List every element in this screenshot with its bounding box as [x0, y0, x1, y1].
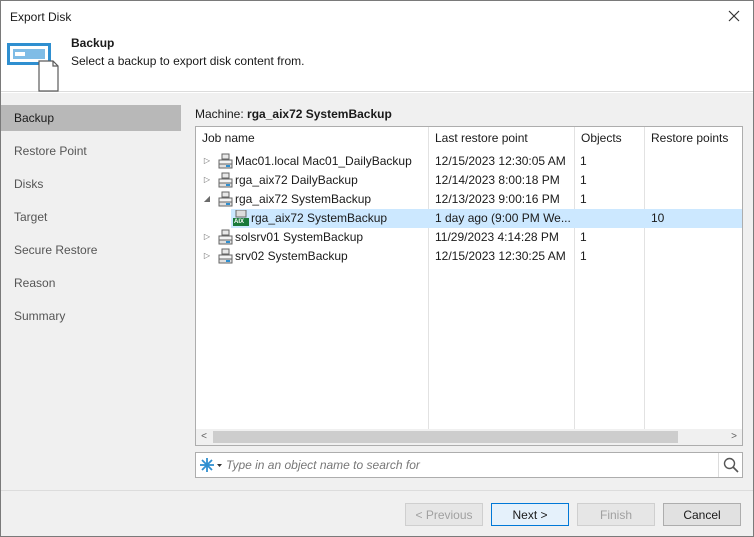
last-restore-point-cell: 11/29/2023 4:14:28 PM [435, 230, 559, 244]
table-row[interactable]: ▷ rga_aix72 DailyBackup 12/14/2023 8:00:18… [196, 171, 742, 190]
column-header-job-name[interactable]: Job name [196, 127, 428, 149]
job-name-cell: solsrv01 SystemBackup [235, 230, 364, 244]
job-name-cell: srv02 SystemBackup [235, 249, 348, 263]
objects-cell: 1 [580, 230, 587, 244]
tree-expander-icon[interactable]: ▷ [202, 175, 212, 185]
last-restore-point-cell: 12/13/2023 9:00:16 PM [435, 192, 560, 206]
column-header-objects[interactable]: Objects [574, 127, 644, 149]
machine-label-row: Machine: rga_aix72 SystemBackup [195, 107, 392, 121]
column-header-last-restore-point[interactable]: Last restore point [428, 127, 574, 149]
next-button[interactable]: Next > [491, 503, 569, 526]
restore-points-cell [651, 247, 739, 266]
objects-cell [580, 209, 640, 228]
finish-button[interactable]: Finish [577, 503, 655, 526]
column-header-restore-points[interactable]: Restore points [644, 127, 742, 149]
cancel-button[interactable]: Cancel [663, 503, 741, 526]
search-input[interactable] [226, 455, 712, 475]
wizard-header: Backup Select a backup to export disk co… [1, 32, 753, 92]
backup-job-icon [217, 153, 233, 169]
step-secure-restore[interactable]: Secure Restore [1, 237, 181, 263]
machine-label: Machine: [195, 107, 244, 121]
object-search-box [195, 452, 743, 478]
last-restore-point-cell: 12/15/2023 12:30:05 AM [435, 154, 566, 168]
restore-points-cell [651, 228, 739, 247]
tree-expander-icon[interactable]: ◢ [202, 194, 212, 204]
backup-job-icon [217, 172, 233, 188]
objects-cell: 1 [580, 192, 587, 206]
last-restore-point-cell: 1 day ago (9:00 PM We... [435, 211, 571, 225]
horizontal-scrollbar[interactable]: < > [196, 429, 742, 445]
tree-expander-icon[interactable]: ▷ [202, 156, 212, 166]
title-bar: Export Disk [1, 1, 753, 32]
step-restore-point[interactable]: Restore Point [1, 138, 181, 164]
step-disks[interactable]: Disks [1, 171, 181, 197]
search-icon[interactable] [718, 453, 742, 477]
export-disk-dialog: Export Disk Backup Select a backup to ex… [0, 0, 754, 537]
main-panel: Machine: rga_aix72 SystemBackup Job name… [181, 93, 753, 490]
backup-disk-icon [6, 36, 62, 92]
step-summary[interactable]: Summary [1, 303, 181, 329]
table-row[interactable]: AIX rga_aix72 SystemBackup 1 day ago (9:00… [196, 209, 742, 228]
window-title: Export Disk [10, 10, 72, 24]
restore-points-cell [651, 171, 739, 190]
tree-expander-icon[interactable]: ▷ [202, 251, 212, 261]
last-restore-point-cell: 12/14/2023 8:00:18 PM [435, 173, 560, 187]
table-row[interactable]: ▷ srv02 SystemBackup 12/15/2023 12:30:25 A… [196, 247, 742, 266]
restore-points-cell [651, 152, 739, 171]
tree-expander-icon[interactable]: ▷ [202, 232, 212, 242]
close-icon[interactable] [721, 4, 747, 28]
step-reason[interactable]: Reason [1, 270, 181, 296]
wizard-steps-sidebar: Backup Restore Point Disks Target Secure… [1, 93, 181, 490]
job-name-cell: rga_aix72 DailyBackup [235, 173, 358, 187]
aix-badge: AIX [234, 219, 245, 225]
header-subtitle: Select a backup to export disk content f… [71, 54, 305, 68]
backup-job-icon [217, 248, 233, 264]
machine-value: rga_aix72 SystemBackup [247, 107, 392, 121]
scrollbar-thumb[interactable] [213, 431, 678, 443]
restore-points-cell [651, 190, 739, 209]
search-options-dropdown[interactable] [198, 455, 224, 475]
objects-cell: 1 [580, 173, 587, 187]
objects-cell: 1 [580, 249, 587, 263]
job-name-cell: Mac01.local Mac01_DailyBackup [235, 154, 412, 168]
table-row[interactable]: ▷ solsrv01 SystemBackup 11/29/2023 4:14:28… [196, 228, 742, 247]
wizard-footer: < Previous Next > Finish Cancel [1, 490, 753, 536]
job-name-cell: rga_aix72 SystemBackup [251, 211, 388, 225]
backup-job-icon [217, 229, 233, 245]
objects-cell: 1 [580, 154, 587, 168]
job-name-cell: rga_aix72 SystemBackup [235, 192, 372, 206]
last-restore-point-cell: 12/15/2023 12:30:25 AM [435, 249, 566, 263]
step-target[interactable]: Target [1, 204, 181, 230]
header-title: Backup [71, 36, 115, 50]
table-row[interactable]: ◢ rga_aix72 SystemBackup 12/13/2023 9:00:1… [196, 190, 742, 209]
backup-job-icon [217, 191, 233, 207]
scroll-left-arrow[interactable]: < [196, 429, 212, 445]
backups-tree-grid[interactable]: Job name Last restore point Objects Rest… [195, 126, 743, 446]
table-row[interactable]: ▷ Mac01.local Mac01_DailyBackup 12/15/2023… [196, 152, 742, 171]
restore-points-cell: 10 [651, 211, 665, 225]
previous-button[interactable]: < Previous [405, 503, 483, 526]
scroll-right-arrow[interactable]: > [726, 429, 742, 445]
step-backup[interactable]: Backup [1, 105, 181, 131]
